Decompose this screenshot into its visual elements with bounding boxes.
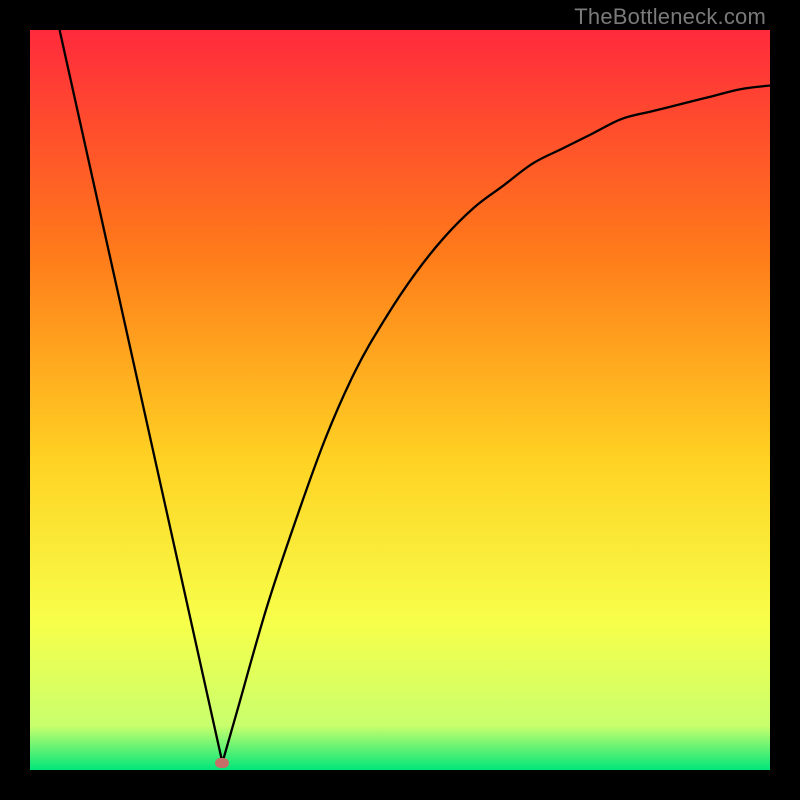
- plot-area: [30, 30, 770, 770]
- chart-frame: TheBottleneck.com: [0, 0, 800, 800]
- optimal-point-marker: [215, 758, 229, 768]
- bottleneck-curve: [30, 30, 770, 770]
- watermark-text: TheBottleneck.com: [574, 6, 766, 28]
